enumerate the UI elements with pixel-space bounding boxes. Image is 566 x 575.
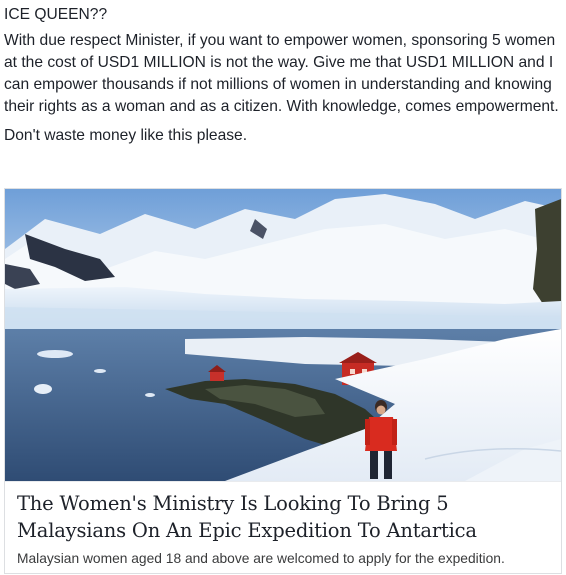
post-headline: ICE QUEEN?? <box>4 6 108 23</box>
post-paragraph: With due respect Minister, if you want t… <box>4 32 559 115</box>
red-hut <box>210 371 224 381</box>
link-preview-body[interactable]: The Women's Ministry Is Looking To Bring… <box>5 481 561 573</box>
link-preview-title[interactable]: The Women's Ministry Is Looking To Bring… <box>17 490 549 544</box>
rock-cliff <box>533 199 561 307</box>
ice-floe <box>34 384 52 394</box>
ice-floe <box>145 393 155 397</box>
link-preview-image[interactable] <box>5 189 561 481</box>
post-paragraph: Don't waste money like this please. <box>4 127 248 144</box>
station-window <box>350 369 355 374</box>
link-preview-card[interactable]: The Women's Ministry Is Looking To Bring… <box>4 188 562 574</box>
ice-floe <box>37 350 73 358</box>
ice-floe <box>94 369 106 373</box>
post-message: ICE QUEEN?? With due respect Minister, i… <box>4 4 562 154</box>
link-preview-description: Malaysian women aged 18 and above are we… <box>17 551 505 566</box>
